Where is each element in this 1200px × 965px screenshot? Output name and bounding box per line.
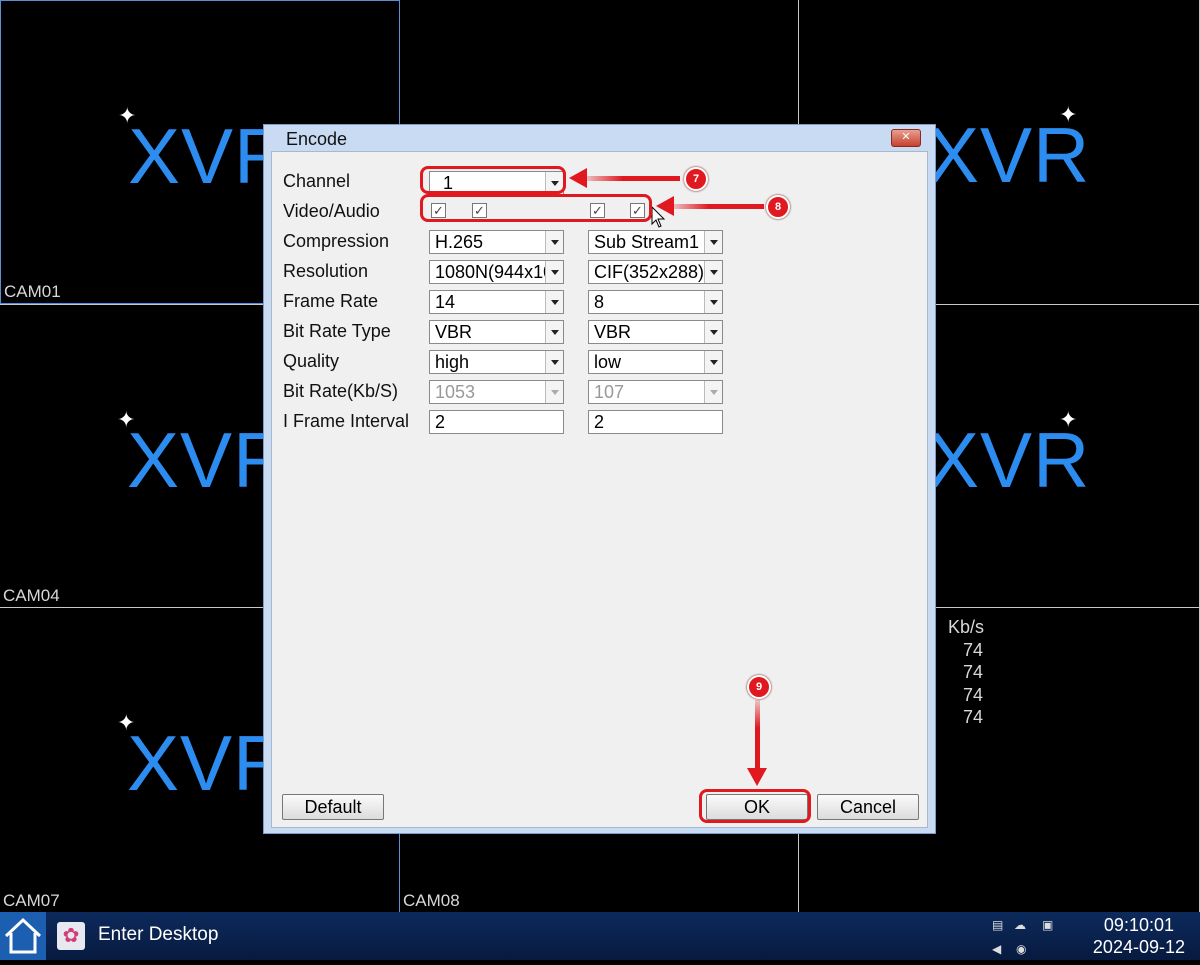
main-resolution-select[interactable]: 1080N(944x1080) bbox=[429, 260, 564, 284]
camera-label: CAM08 bbox=[403, 891, 460, 910]
chevron-down-icon bbox=[704, 291, 722, 313]
chevron-down-icon bbox=[704, 231, 722, 253]
sub-quality-select[interactable]: low bbox=[588, 350, 723, 374]
compression-label: Compression bbox=[283, 231, 390, 251]
main-frame-rate-select[interactable]: 14 bbox=[429, 290, 564, 314]
channel-label: Channel bbox=[283, 171, 351, 191]
main-compression-select[interactable]: H.265 bbox=[429, 230, 564, 254]
main-bit-rate-type-select[interactable]: VBR bbox=[429, 320, 564, 344]
sub-resolution-value: CIF(352x288) bbox=[594, 262, 705, 282]
chevron-down-icon bbox=[545, 231, 563, 253]
main-compression-value: H.265 bbox=[435, 232, 484, 252]
xvr-logo: ✦ XVR bbox=[927, 407, 1091, 504]
dialog-body: Channel 1 Video/Audio ✓ ✓ ✓ ✓ Compressio… bbox=[271, 151, 928, 828]
grid-divider bbox=[0, 0, 1, 304]
video-audio-label: Video/Audio bbox=[283, 201, 380, 221]
bitrate-value: 74 bbox=[963, 684, 984, 705]
camera-label: CAM01 bbox=[4, 282, 61, 301]
main-i-frame-input[interactable]: 2 bbox=[429, 410, 564, 434]
step-badge-8: 8 bbox=[766, 195, 790, 219]
close-icon[interactable]: ✕ bbox=[891, 129, 921, 147]
sub-frame-rate-select[interactable]: 8 bbox=[588, 290, 723, 314]
camera-label: CAM04 bbox=[3, 586, 60, 605]
chevron-down-icon bbox=[545, 351, 563, 373]
sub-bit-rate-value: 107 bbox=[594, 382, 625, 402]
sub-bit-rate-type-value: VBR bbox=[594, 322, 632, 342]
sub-compression-select[interactable]: Sub Stream1 bbox=[588, 230, 723, 254]
cancel-button[interactable]: Cancel bbox=[817, 794, 919, 820]
chevron-down-icon bbox=[545, 261, 563, 283]
bitrate-header: Kb/s bbox=[948, 617, 985, 637]
chevron-down-icon bbox=[545, 321, 563, 343]
step-badge-9: 9 bbox=[747, 675, 771, 699]
annotation-arrow bbox=[747, 700, 767, 786]
sub-quality-value: low bbox=[594, 352, 622, 372]
camera-label: CAM07 bbox=[3, 891, 60, 910]
home-icon bbox=[4, 917, 42, 954]
bitrate-value: 74 bbox=[963, 662, 984, 682]
resolution-label: Resolution bbox=[283, 261, 369, 281]
sub-bit-rate-select: 107 bbox=[588, 380, 723, 404]
annotation-arrow bbox=[656, 196, 764, 216]
sub-frame-rate-value: 8 bbox=[594, 292, 605, 312]
default-button[interactable]: Default bbox=[282, 794, 384, 820]
step-badge-7: 7 bbox=[684, 167, 708, 191]
monitor-icon[interactable]: ▣ bbox=[1042, 918, 1053, 932]
bit-rate-label: Bit Rate(Kb/S) bbox=[283, 381, 399, 401]
main-frame-rate-value: 14 bbox=[435, 292, 456, 312]
clock: 09:10:01 2024-09-12 bbox=[1093, 914, 1185, 958]
sub-resolution-select[interactable]: CIF(352x288) bbox=[588, 260, 723, 284]
i-frame-interval-label: I Frame Interval bbox=[283, 411, 410, 431]
grid-divider bbox=[0, 0, 400, 1]
encode-dialog: Encode ✕ Channel 1 Video/Audio ✓ ✓ ✓ ✓ C… bbox=[263, 124, 936, 834]
sub-i-frame-input[interactable]: 2 bbox=[588, 410, 723, 434]
frame-rate-label: Frame Rate bbox=[283, 291, 379, 311]
main-bit-rate-type-value: VBR bbox=[435, 322, 473, 342]
chevron-down-icon bbox=[704, 261, 722, 283]
bitrate-readout: Kb/s 74 74 74 74 bbox=[948, 616, 984, 729]
sub-bit-rate-type-select[interactable]: VBR bbox=[588, 320, 723, 344]
clock-time: 09:10:01 bbox=[1103, 915, 1174, 935]
dialog-title: Encode bbox=[286, 129, 348, 149]
main-bit-rate-value: 1053 bbox=[435, 382, 476, 402]
main-quality-value: high bbox=[435, 352, 470, 372]
taskbar: ✿ Enter Desktop ▤ ☁ ▣ ◀ ◉ 09:10:01 2024-… bbox=[0, 912, 1200, 960]
chevron-down-icon bbox=[704, 351, 722, 373]
highlight-box-ok bbox=[699, 789, 811, 823]
network-icon[interactable]: ▤ bbox=[992, 918, 1003, 932]
sub-compression-value: Sub Stream1 bbox=[594, 232, 700, 252]
chevron-down-icon bbox=[704, 321, 722, 343]
chevron-down-icon bbox=[704, 381, 722, 403]
main-bit-rate-select: 1053 bbox=[429, 380, 564, 404]
chevron-down-icon bbox=[545, 381, 563, 403]
record-icon[interactable]: ◉ bbox=[1016, 942, 1026, 956]
speaker-icon[interactable]: ◀ bbox=[992, 942, 1001, 956]
chevron-down-icon bbox=[545, 291, 563, 313]
bit-rate-type-label: Bit Rate Type bbox=[283, 321, 391, 341]
highlight-box-video-audio bbox=[420, 194, 652, 222]
bitrate-value: 74 bbox=[963, 639, 984, 660]
xvr-logo: ✦ XVR bbox=[927, 102, 1091, 199]
highlight-box-channel bbox=[420, 166, 566, 194]
clock-date: 2024-09-12 bbox=[1092, 937, 1185, 957]
bitrate-value: 74 bbox=[963, 707, 984, 727]
home-button[interactable] bbox=[0, 912, 46, 960]
enter-desktop-button[interactable]: Enter Desktop bbox=[98, 924, 218, 946]
cloud-icon[interactable]: ☁ bbox=[1014, 918, 1026, 932]
main-quality-select[interactable]: high bbox=[429, 350, 564, 374]
annotation-arrow bbox=[569, 168, 680, 188]
quality-label: Quality bbox=[283, 351, 340, 371]
gear-icon[interactable]: ✿ bbox=[57, 922, 85, 950]
